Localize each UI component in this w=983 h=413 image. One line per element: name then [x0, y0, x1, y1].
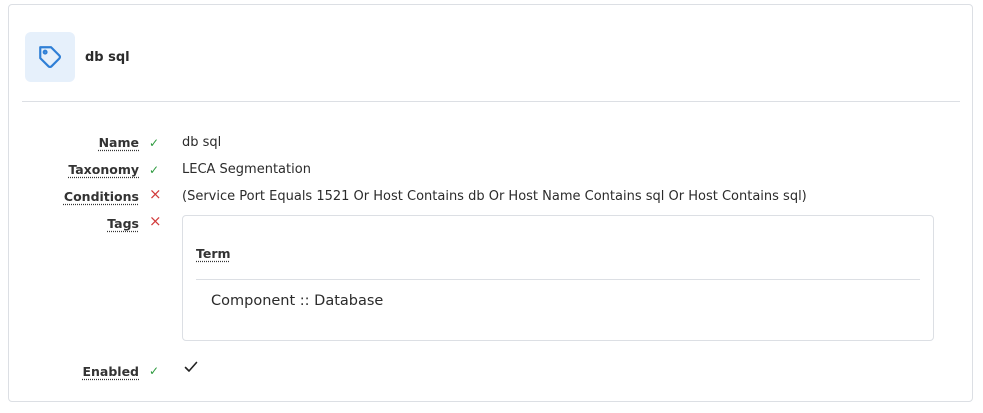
- tags-status-x-icon: ×: [149, 212, 162, 230]
- header-divider: [22, 101, 960, 102]
- tag-icon: [39, 46, 61, 68]
- table-row: Component :: Database: [211, 293, 384, 309]
- enabled-status-check-icon: ✓: [149, 364, 160, 378]
- taxonomy-status-check-icon: ✓: [149, 163, 160, 177]
- term-column-header: Term: [196, 246, 231, 261]
- enabled-value-check-icon: [184, 361, 198, 372]
- name-label: Name: [98, 135, 139, 150]
- tags-table: Term Component :: Database: [182, 215, 934, 341]
- tags-label: Tags: [107, 216, 139, 231]
- taxonomy-value: LECA Segmentation: [182, 162, 311, 177]
- conditions-value: (Service Port Equals 1521 Or Host Contai…: [182, 189, 807, 204]
- name-value: db sql: [182, 135, 222, 150]
- conditions-status-x-icon: ×: [149, 185, 162, 203]
- taxonomy-label: Taxonomy: [68, 162, 139, 177]
- enabled-label: Enabled: [82, 364, 139, 379]
- card-header: db sql: [25, 32, 130, 82]
- table-header-divider: [196, 279, 920, 280]
- record-card: db sql Name ✓ db sql Taxonomy ✓ LECA Seg…: [8, 4, 973, 402]
- tag-icon-box: [25, 32, 75, 82]
- page-title: db sql: [85, 49, 130, 65]
- name-status-check-icon: ✓: [149, 136, 160, 150]
- conditions-label: Conditions: [63, 189, 139, 204]
